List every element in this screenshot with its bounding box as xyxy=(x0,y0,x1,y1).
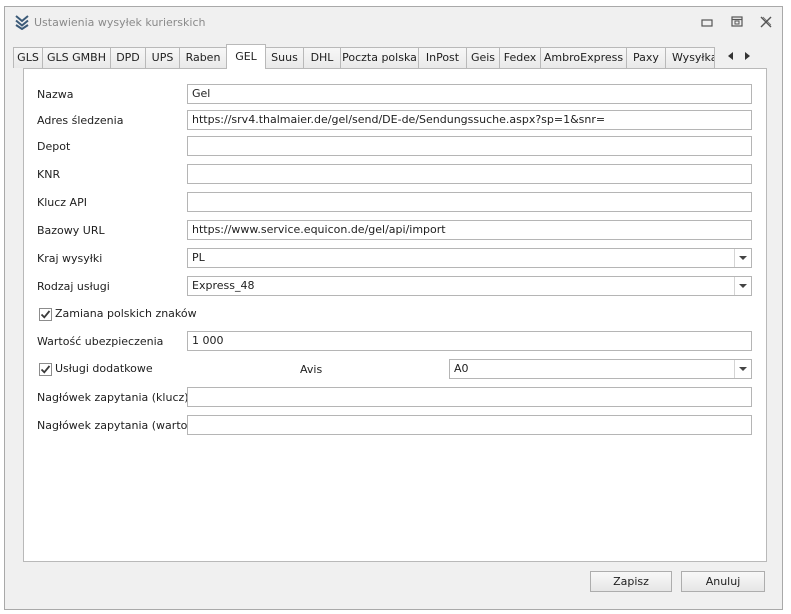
nazwa-label: Nazwa xyxy=(37,88,74,101)
chevron-down-icon[interactable] xyxy=(734,277,751,295)
tab-poczta-polska[interactable]: Poczta polska xyxy=(340,47,419,68)
adres-label: Adres śledzenia xyxy=(37,114,124,127)
insurance-label: Wartość ubezpieczenia xyxy=(37,335,164,348)
tab-suus[interactable]: Suus xyxy=(265,47,304,68)
depot-field[interactable] xyxy=(187,136,752,156)
save-button[interactable]: Zapisz xyxy=(590,571,672,592)
chevron-down-icon[interactable] xyxy=(734,360,751,378)
header-key-field[interactable] xyxy=(187,387,752,407)
tab-gel[interactable]: GEL xyxy=(226,44,266,69)
checkbox-box[interactable] xyxy=(39,308,52,321)
service-type-label: Rodzaj usługi xyxy=(37,280,110,293)
layers-chevron-icon xyxy=(15,14,29,30)
country-value: PL xyxy=(192,251,205,264)
tab-dpd[interactable]: DPD xyxy=(110,47,146,68)
service-type-select[interactable]: Express_48 xyxy=(187,276,752,296)
tab-raben[interactable]: Raben xyxy=(179,47,227,68)
tab-gls[interactable]: GLS xyxy=(13,47,43,68)
gel-settings-panel: Nazwa Gel Adres śledzenia https://srv4.t… xyxy=(23,68,767,562)
api-key-field[interactable] xyxy=(187,192,752,212)
tracking-url-field[interactable]: https://srv4.thalmaier.de/gel/send/DE-de… xyxy=(187,110,752,130)
chevron-down-icon[interactable] xyxy=(734,249,751,267)
insurance-field[interactable]: 1 000 xyxy=(187,331,752,351)
tab-paxy[interactable]: Paxy xyxy=(626,47,666,68)
tab-ambroexpress[interactable]: AmbroExpress xyxy=(540,47,627,68)
window-title: Ustawienia wysyłek kurierskich xyxy=(34,16,206,29)
cancel-button[interactable]: Anuluj xyxy=(681,571,765,592)
checkbox-box[interactable] xyxy=(39,363,52,376)
country-select[interactable]: PL xyxy=(187,248,752,268)
restore-icon[interactable] xyxy=(729,15,745,29)
knr-field[interactable] xyxy=(187,164,752,184)
additional-services-label: Usługi dodatkowe xyxy=(55,362,153,375)
tab-dhl[interactable]: DHL xyxy=(303,47,341,68)
minimize-icon[interactable] xyxy=(699,15,715,29)
title-bar: Ustawienia wysyłek kurierskich xyxy=(5,7,782,37)
header-key-label: Nagłówek zapytania (klucz) xyxy=(37,391,189,404)
tab-ups[interactable]: UPS xyxy=(145,47,180,68)
close-icon[interactable] xyxy=(758,15,774,29)
header-value-label: Nagłówek zapytania (wartość) xyxy=(37,419,204,432)
tab-geis[interactable]: Geis xyxy=(466,47,500,68)
api-key-label: Klucz API xyxy=(37,196,87,209)
carrier-tabs: GLS GLS GMBH DPD UPS Raben GEL Suus DHL … xyxy=(13,44,758,69)
avis-label: Avis xyxy=(300,363,323,376)
settings-window: Ustawienia wysyłek kurierskich GLS GLS G… xyxy=(4,6,783,610)
knr-label: KNR xyxy=(37,168,61,181)
base-url-field[interactable]: https://www.service.equicon.de/gel/api/i… xyxy=(187,220,752,240)
avis-select[interactable]: A0 xyxy=(449,359,752,379)
tab-scroll-left-icon[interactable] xyxy=(725,48,737,64)
tab-fedex[interactable]: Fedex xyxy=(499,47,541,68)
header-value-field[interactable] xyxy=(187,415,752,435)
service-type-value: Express_48 xyxy=(192,279,255,292)
tab-gls-gmbh[interactable]: GLS GMBH xyxy=(42,47,111,68)
tab-wysylka[interactable]: Wysyłka xyxy=(665,47,715,68)
tab-inpost[interactable]: InPost xyxy=(418,47,467,68)
tab-scroll-right-icon[interactable] xyxy=(741,48,753,64)
avis-value: A0 xyxy=(454,362,469,375)
polish-chars-label: Zamiana polskich znaków xyxy=(55,307,197,320)
depot-label: Depot xyxy=(37,140,71,153)
nazwa-field[interactable]: Gel xyxy=(187,84,752,104)
base-url-label: Bazowy URL xyxy=(37,224,105,237)
country-label: Kraj wysyłki xyxy=(37,252,103,265)
